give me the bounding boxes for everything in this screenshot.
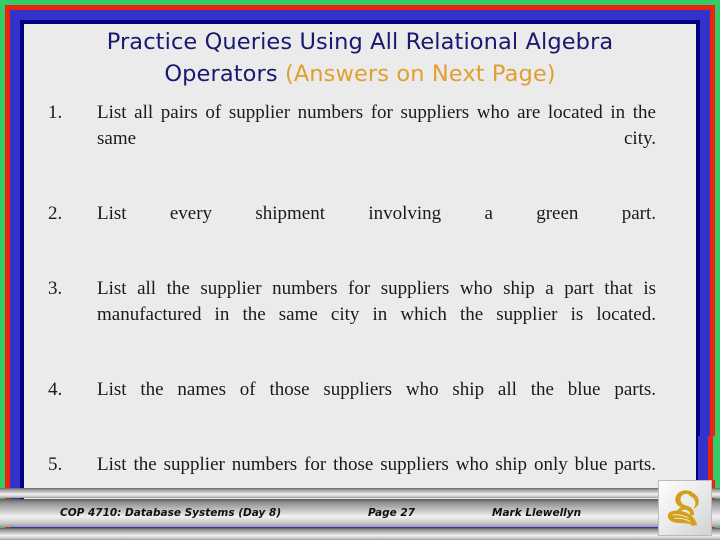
footer-course-label: COP 4710: Database Systems (Day 8) [60, 507, 282, 519]
list-item-number: 1. [48, 102, 63, 123]
list-item: 3. List all the supplier numbers for sup… [42, 276, 656, 354]
list-item-number: 2. [48, 203, 63, 224]
list-item-text: List the names of those suppliers who sh… [97, 379, 656, 400]
footer-author-name: Mark Llewellyn [492, 507, 582, 519]
list-item: 1. List all pairs of supplier numbers fo… [42, 100, 656, 178]
footer-bar-bottom [0, 528, 720, 540]
frame-edge-green [713, 436, 718, 480]
slide-title-line-2: Operators (Answers on Next Page) [40, 58, 680, 90]
ucf-pegasus-logo-icon [667, 490, 699, 526]
list-item-number: 5. [48, 454, 63, 475]
ucf-pegasus-logo [658, 480, 712, 536]
frame-edge-blue [698, 436, 708, 480]
list-item-text: List all pairs of supplier numbers for s… [97, 102, 656, 149]
footer-bar-top [0, 488, 720, 498]
query-list: 1. List all pairs of supplier numbers fo… [42, 100, 656, 527]
list-item: 2. List every shipment involving a green… [42, 201, 656, 253]
footer-page-number: Page 27 [368, 507, 416, 519]
footer-text-row: COP 4710: Database Systems (Day 8) Page … [0, 499, 650, 527]
list-item-text: List every shipment involving a green pa… [97, 203, 656, 224]
slide-title-line-2-main: Operators [164, 61, 285, 87]
list-item: 4. List the names of those suppliers who… [42, 377, 656, 429]
slide-title-answers-note: (Answers on Next Page) [284, 61, 556, 87]
slide-title-line-1: Practice Queries Using All Relational Al… [106, 29, 614, 55]
slide-canvas: Practice Queries Using All Relational Al… [0, 0, 720, 540]
list-item-number: 3. [48, 278, 63, 299]
frame-edge-remnant [698, 436, 720, 480]
slide-footer: COP 4710: Database Systems (Day 8) Page … [0, 436, 720, 540]
list-item-number: 4. [48, 379, 63, 400]
list-item-text: List all the supplier numbers for suppli… [97, 278, 656, 325]
slide-title: Practice Queries Using All Relational Al… [40, 26, 680, 90]
